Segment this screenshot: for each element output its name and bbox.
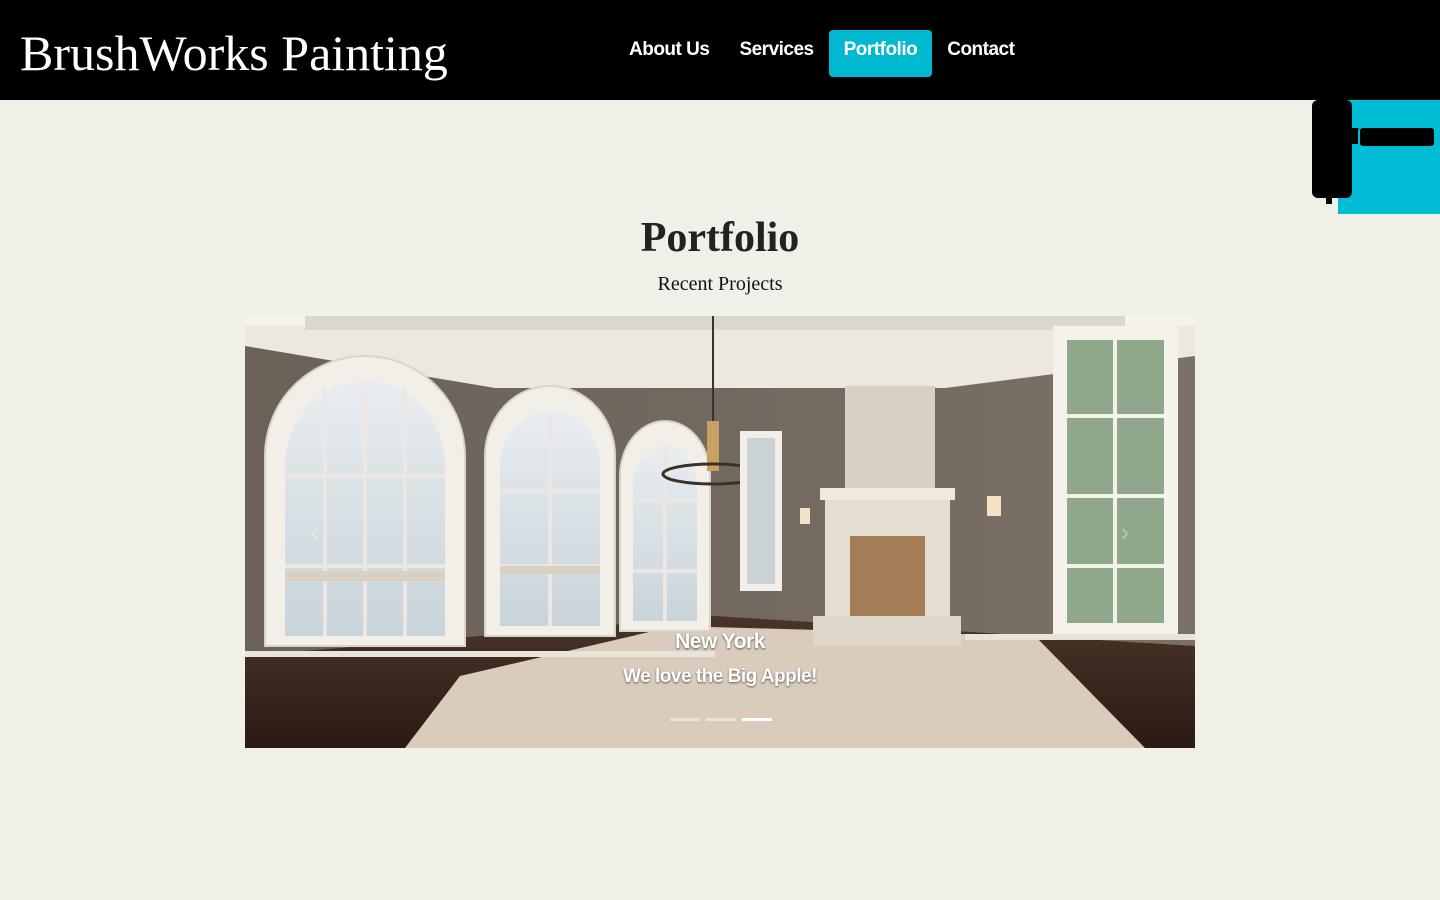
navbar: BrushWorks Painting About Us Services Po… (0, 0, 1440, 100)
page-subtitle: Recent Projects (657, 273, 783, 295)
main-nav: About Us Services Portfolio Contact (614, 30, 1029, 77)
nav-about-us[interactable]: About Us (614, 30, 724, 77)
carousel-indicators (670, 718, 772, 721)
portfolio-carousel[interactable]: ‹ › New York We love the Big Apple! (245, 316, 1195, 748)
paint-roller-icon (1312, 100, 1436, 204)
chevron-right-icon: › (1120, 516, 1130, 547)
nav-services[interactable]: Services (724, 30, 828, 77)
chevron-left-icon: ‹ (310, 516, 320, 547)
page-title: Portfolio (640, 215, 800, 261)
nav-contact[interactable]: Contact (932, 30, 1029, 77)
carousel-indicator-3[interactable] (742, 718, 772, 721)
brand-logo[interactable]: BrushWorks Painting (20, 28, 448, 78)
carousel-indicator-1[interactable] (670, 718, 700, 721)
slide-caption-text: We love the Big Apple! (623, 666, 817, 687)
nav-portfolio[interactable]: Portfolio (828, 30, 933, 77)
carousel-indicator-2[interactable] (706, 718, 736, 721)
slide-caption-title: New York (675, 630, 765, 653)
